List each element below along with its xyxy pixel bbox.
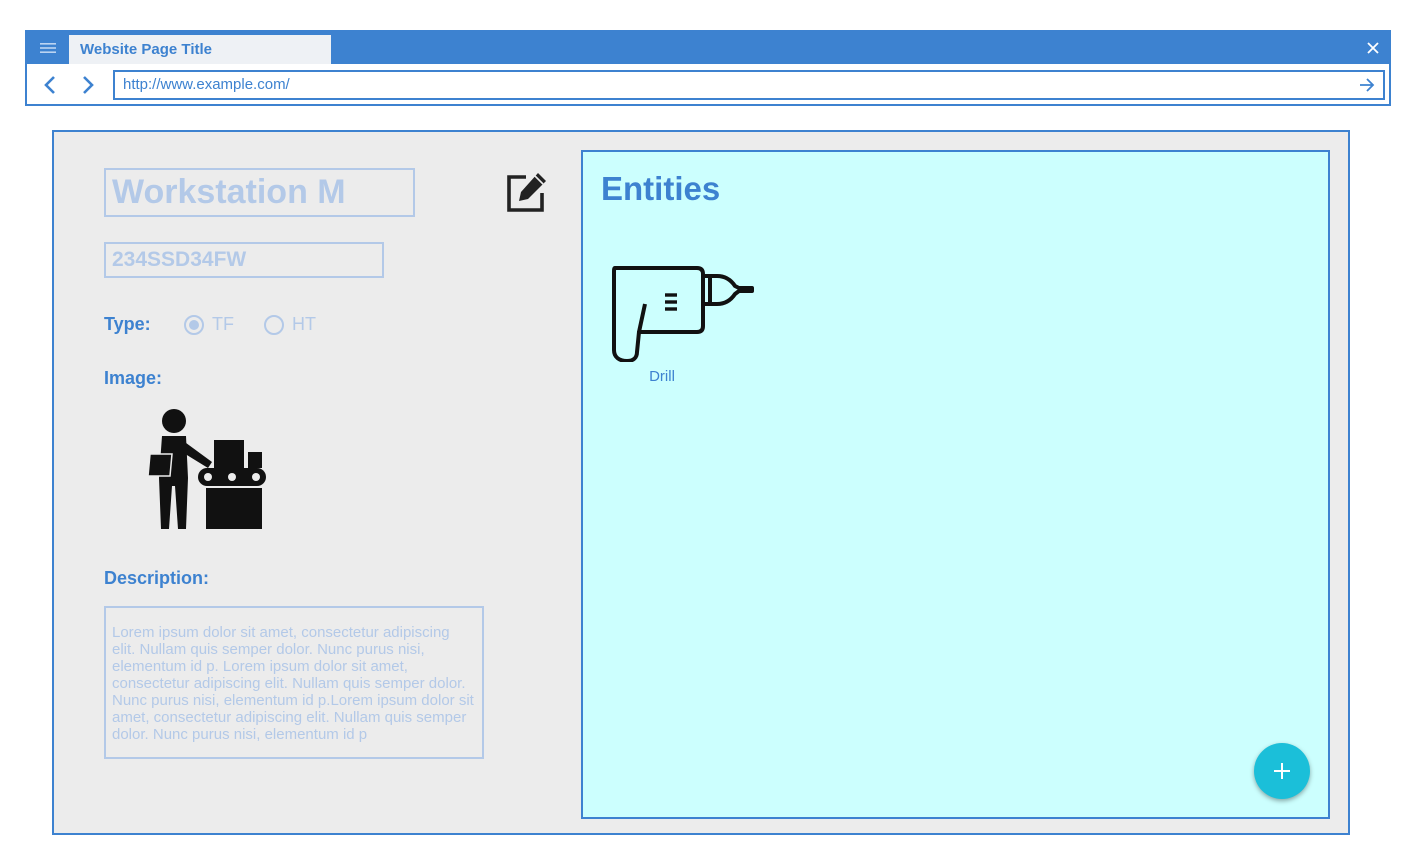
chevron-right-icon — [83, 76, 94, 94]
entities-title: Entities — [601, 170, 721, 207]
entities-panel: Entities Drill — [581, 150, 1330, 819]
workstation-name-field[interactable]: Workstation M — [104, 168, 415, 217]
type-label: Type: — [104, 314, 151, 334]
type-option-label: HT — [292, 314, 316, 334]
nav-bar: http://www.example.com/ — [27, 64, 1389, 106]
description-field[interactable]: Lorem ipsum dolor sit amet, consectetur … — [104, 606, 484, 759]
page-content: Workstation M 234SSD34FW Type: TF HT Ima… — [52, 130, 1350, 835]
radio-unselected-icon — [264, 314, 284, 335]
edit-button[interactable] — [504, 170, 550, 216]
serial-number-field[interactable]: 234SSD34FW — [104, 242, 384, 278]
close-button[interactable] — [1361, 36, 1385, 60]
type-radio-tf[interactable]: TF — [184, 314, 234, 335]
type-option-label: TF — [212, 314, 234, 334]
go-button[interactable] — [1355, 73, 1379, 97]
forward-button[interactable] — [75, 72, 101, 98]
title-bar: Website Page Title — [27, 32, 1389, 64]
arrow-right-icon — [1360, 78, 1375, 92]
menu-button[interactable] — [27, 32, 69, 64]
url-text: http://www.example.com/ — [123, 76, 290, 93]
description-label: Description: — [104, 568, 210, 588]
drill-icon — [612, 266, 754, 363]
image-label: Image: — [104, 368, 163, 388]
entity-item-drill[interactable]: Drill — [609, 262, 759, 385]
entity-label: Drill — [649, 368, 675, 385]
hamburger-icon — [40, 43, 56, 53]
edit-icon — [507, 173, 546, 212]
address-bar[interactable]: http://www.example.com/ — [113, 70, 1385, 100]
back-button[interactable] — [37, 72, 63, 98]
browser-tab[interactable]: Website Page Title — [69, 35, 331, 64]
plus-icon — [1274, 763, 1290, 779]
chevron-left-icon — [44, 76, 55, 94]
radio-selected-icon — [184, 314, 204, 335]
browser-window: Website Page Title http://www.example.co… — [25, 30, 1391, 106]
worker-at-workstation-icon — [147, 409, 266, 529]
type-radio-ht[interactable]: HT — [264, 314, 316, 335]
add-entity-button[interactable] — [1254, 743, 1310, 799]
close-icon — [1367, 42, 1379, 54]
workstation-image — [142, 406, 267, 534]
